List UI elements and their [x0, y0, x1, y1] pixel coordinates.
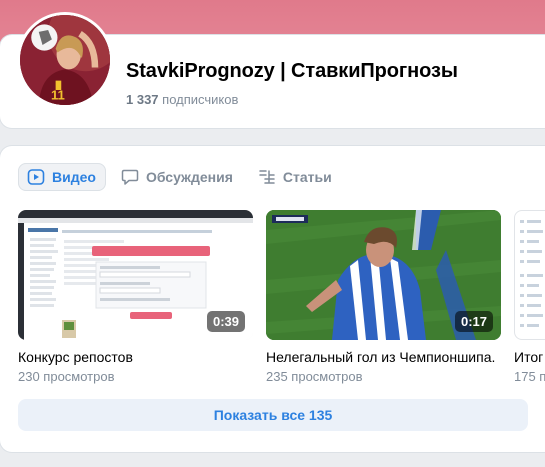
video-list: 0:39 Конкурс репостов 230 просмотров 0:1… — [18, 210, 545, 390]
show-all-videos-button[interactable]: Показать все 135 — [18, 399, 528, 431]
article-lines-icon — [259, 170, 275, 184]
media-block: Видео Обсуждения Статьи 0:39 Конкурс реп… — [0, 146, 545, 452]
tab-articles-label: Статьи — [282, 169, 332, 185]
tab-video[interactable]: Видео — [18, 163, 106, 191]
tab-discussions[interactable]: Обсуждения — [112, 163, 243, 191]
video-card[interactable]: Итог 175 п — [514, 210, 545, 384]
subscribers-number: 1 337 — [126, 92, 159, 107]
video-thumbnail[interactable]: 0:17 — [266, 210, 501, 340]
svg-text:11: 11 — [51, 87, 65, 102]
tab-articles[interactable]: Статьи — [249, 163, 342, 191]
video-icon — [27, 169, 45, 185]
video-views: 175 п — [514, 369, 545, 384]
video-views: 235 просмотров — [266, 369, 363, 384]
avatar[interactable]: 11 — [17, 12, 113, 108]
video-thumbnail[interactable]: 0:39 — [18, 210, 253, 340]
video-title[interactable]: Конкурс репостов — [18, 349, 253, 365]
video-card[interactable]: 0:39 Конкурс репостов 230 просмотров — [18, 210, 253, 384]
video-card[interactable]: 0:17 Нелегальный гол из Чемпионшипа. 235… — [266, 210, 501, 384]
video-title[interactable]: Итог — [514, 349, 545, 365]
group-name: StavkiPrognozy | СтавкиПрогнозы — [126, 60, 458, 82]
video-thumbnail[interactable] — [514, 210, 545, 340]
media-tabs: Видео Обсуждения Статьи — [18, 163, 342, 191]
subscribers-count[interactable]: 1 337 подписчиков — [126, 92, 238, 107]
video-duration: 0:39 — [206, 311, 245, 332]
video-title[interactable]: Нелегальный гол из Чемпионшипа. — [266, 349, 501, 365]
tab-video-label: Видео — [52, 169, 96, 185]
video-duration: 0:17 — [454, 311, 493, 332]
screenshot-thumbnail — [520, 220, 543, 327]
chat-bubble-icon — [121, 169, 139, 185]
avatar-image: 11 — [20, 15, 110, 105]
tab-discussions-label: Обсуждения — [145, 169, 233, 185]
subscribers-label: подписчиков — [162, 92, 239, 107]
video-views: 230 просмотров — [18, 369, 115, 384]
